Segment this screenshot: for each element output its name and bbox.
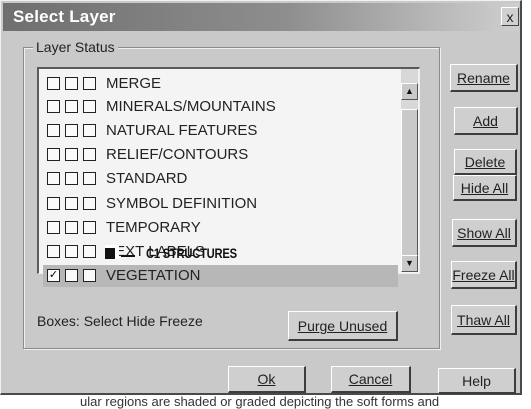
boxes-hint: Boxes: Select Hide Freeze	[37, 313, 203, 329]
select-checkbox[interactable]	[47, 245, 60, 258]
select-layer-dialog: Select Layer x Layer Status MERGE MINERAL…	[0, 0, 522, 395]
rename-button[interactable]: Rename	[450, 64, 518, 92]
layer-row[interactable]: RELIEF/CONTOURS	[43, 144, 398, 166]
layer-name: MINERALS/MOUNTAINS	[106, 98, 276, 115]
show-all-label: Show All	[457, 225, 511, 241]
hide-checkbox[interactable]	[65, 124, 78, 137]
hide-checkbox[interactable]	[65, 245, 78, 258]
freeze-checkbox[interactable]	[83, 148, 96, 161]
delete-button[interactable]: Delete	[454, 149, 517, 175]
show-all-button[interactable]: Show All	[452, 219, 517, 247]
scroll-up-icon[interactable]: ▲	[401, 83, 418, 100]
freeze-checkbox[interactable]	[83, 100, 96, 113]
hide-checkbox[interactable]	[65, 221, 78, 234]
select-checkbox[interactable]: ✓	[47, 269, 60, 282]
thaw-all-button[interactable]: Thaw All	[451, 305, 517, 335]
purge-unused-button[interactable]: Purge Unused	[288, 311, 398, 341]
select-checkbox[interactable]	[47, 221, 60, 234]
select-checkbox[interactable]	[47, 148, 60, 161]
hide-checkbox[interactable]	[65, 172, 78, 185]
connector-line	[121, 255, 135, 257]
freeze-checkbox[interactable]	[83, 245, 96, 258]
freeze-checkbox[interactable]	[83, 269, 96, 282]
thaw-all-label: Thaw All	[457, 312, 510, 328]
freeze-all-button[interactable]: Freeze All	[451, 261, 517, 289]
layer-icon	[105, 245, 119, 259]
close-button[interactable]: x	[501, 7, 519, 26]
layer-row[interactable]: MERGE	[43, 73, 398, 95]
rename-label: Rename	[457, 70, 510, 86]
vertical-scrollbar[interactable]: ▲ ▼	[401, 69, 418, 272]
dialog-title: Select Layer	[13, 7, 116, 26]
freeze-checkbox[interactable]	[83, 197, 96, 210]
layer-row[interactable]: MINERALS/MOUNTAINS	[43, 96, 398, 118]
hide-all-button[interactable]: Hide All	[453, 175, 517, 201]
delete-label: Delete	[464, 154, 506, 170]
layer-name: MERGE	[106, 75, 162, 92]
layer-row[interactable]: SYMBOL DEFINITION	[43, 193, 398, 215]
layer-row[interactable]: TEMPORARY	[43, 217, 398, 239]
freeze-checkbox[interactable]	[83, 172, 96, 185]
layer-name: STANDARD	[106, 170, 188, 187]
freeze-checkbox[interactable]	[83, 77, 96, 90]
scroll-down-icon[interactable]: ▼	[401, 255, 418, 272]
layer-row[interactable]: ✓ VEGETATION	[43, 265, 398, 287]
freeze-checkbox[interactable]	[83, 124, 96, 137]
ok-label: Ok	[257, 371, 276, 387]
purge-unused-label: Purge Unused	[297, 318, 388, 334]
hide-checkbox[interactable]	[65, 77, 78, 90]
layer-list[interactable]: MERGE MINERALS/MOUNTAINS NATURAL FEATURES R…	[37, 67, 420, 287]
select-checkbox[interactable]	[47, 172, 60, 185]
cancel-label: Cancel	[348, 371, 393, 387]
hide-all-label: Hide All	[460, 180, 509, 196]
hide-checkbox[interactable]	[65, 269, 78, 282]
layer-name: SYMBOL DEFINITION	[106, 195, 258, 212]
hide-checkbox[interactable]	[65, 197, 78, 210]
layer-name: VEGETATION	[106, 267, 201, 284]
overlay-label: C1 STRUCTURES	[146, 245, 237, 261]
layer-name: RELIEF/CONTOURS	[106, 146, 249, 163]
title-bar[interactable]: Select Layer x	[3, 3, 519, 31]
layer-row[interactable]: NATURAL FEATURES	[43, 120, 398, 142]
hide-checkbox[interactable]	[65, 148, 78, 161]
hide-checkbox[interactable]	[65, 100, 78, 113]
select-checkbox[interactable]	[47, 124, 60, 137]
close-icon: x	[506, 9, 514, 25]
scroll-thumb[interactable]	[401, 109, 418, 259]
layer-row[interactable]: STANDARD	[43, 168, 398, 190]
add-button[interactable]: Add	[454, 107, 518, 135]
select-checkbox[interactable]	[47, 77, 60, 90]
ok-button[interactable]: Ok	[228, 366, 306, 393]
select-checkbox[interactable]	[47, 197, 60, 210]
freeze-all-label: Freeze All	[452, 267, 515, 283]
layer-name: NATURAL FEATURES	[106, 122, 258, 139]
freeze-checkbox[interactable]	[83, 221, 96, 234]
layer-name: TEMPORARY	[106, 219, 201, 236]
select-checkbox[interactable]	[47, 100, 60, 113]
cancel-button[interactable]: Cancel	[331, 366, 411, 393]
group-label: Layer Status	[33, 39, 118, 55]
help-button[interactable]: Help	[438, 368, 516, 394]
help-label: Help	[462, 373, 491, 389]
add-label: Add	[473, 113, 498, 129]
